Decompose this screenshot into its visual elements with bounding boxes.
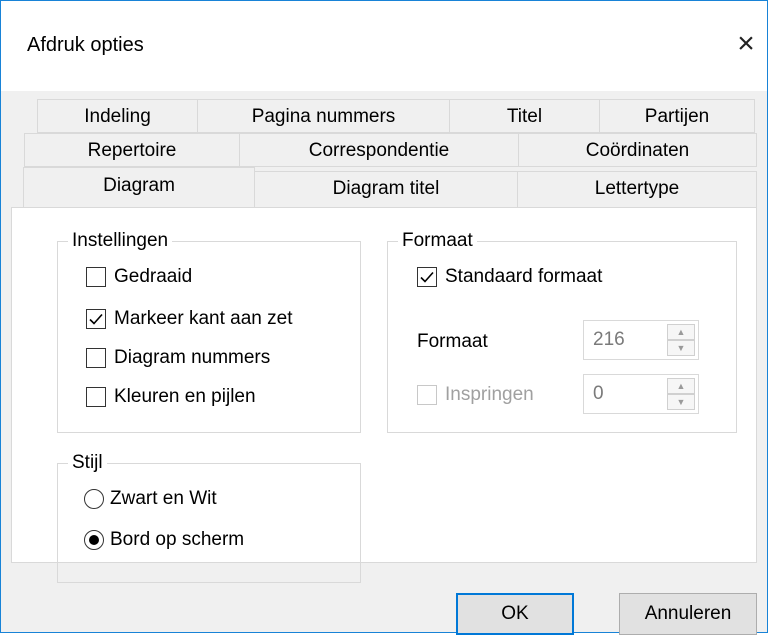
inspringen-spinner[interactable]: 0 ▲ ▼ bbox=[583, 374, 699, 414]
tab-diagram-titel[interactable]: Diagram titel bbox=[254, 171, 518, 208]
tab-titel[interactable]: Titel bbox=[449, 99, 600, 133]
dialog-title: Afdruk opties bbox=[27, 34, 144, 56]
checkbox-label: Markeer kant aan zet bbox=[114, 308, 293, 329]
checkbox-box bbox=[417, 385, 437, 405]
tab-correspondentie[interactable]: Correspondentie bbox=[239, 133, 519, 167]
gedraaid-checkbox[interactable]: Gedraaid bbox=[86, 262, 192, 292]
instellingen-group: Instellingen Gedraaid Markeer kant aan z… bbox=[57, 229, 361, 433]
checkmark-icon bbox=[89, 313, 103, 325]
radio-circle bbox=[84, 530, 104, 550]
formaat-legend: Formaat bbox=[398, 229, 477, 253]
zwart-wit-radio[interactable]: Zwart en Wit bbox=[84, 484, 217, 514]
checkbox-label: Kleuren en pijlen bbox=[114, 386, 256, 407]
spin-down-icon[interactable]: ▼ bbox=[667, 340, 695, 356]
stijl-legend: Stijl bbox=[68, 451, 107, 475]
tab-indeling[interactable]: Indeling bbox=[37, 99, 198, 133]
diagram-nummers-checkbox[interactable]: Diagram nummers bbox=[86, 343, 270, 373]
markeer-kant-checkbox[interactable]: Markeer kant aan zet bbox=[86, 304, 292, 334]
tab-row-3: Diagram Diagram titel Lettertype bbox=[11, 167, 757, 208]
radio-dot bbox=[89, 535, 99, 545]
standaard-formaat-checkbox[interactable]: Standaard formaat bbox=[417, 262, 602, 292]
checkbox-box bbox=[417, 267, 437, 287]
tab-panel-diagram: Instellingen Gedraaid Markeer kant aan z… bbox=[11, 207, 757, 583]
checkbox-label: Diagram nummers bbox=[114, 347, 271, 368]
checkbox-label: Inspringen bbox=[445, 384, 534, 405]
formaat-label: Formaat bbox=[417, 331, 488, 352]
checkmark-icon bbox=[420, 271, 434, 283]
title-bar: Afdruk opties × bbox=[1, 1, 767, 91]
bord-op-scherm-radio[interactable]: Bord op scherm bbox=[84, 525, 244, 555]
close-icon[interactable]: × bbox=[729, 27, 763, 61]
tab-pagina-nummers[interactable]: Pagina nummers bbox=[197, 99, 450, 133]
inspringen-checkbox[interactable]: Inspringen bbox=[417, 380, 534, 410]
stijl-group: Stijl Zwart en Wit Bord op scherm bbox=[57, 451, 361, 583]
print-options-dialog: Afdruk opties × Indeling Pagina nummers … bbox=[0, 0, 768, 635]
kleuren-pijlen-checkbox[interactable]: Kleuren en pijlen bbox=[86, 382, 256, 412]
formaat-value: 216 bbox=[593, 329, 625, 350]
formaat-group: Formaat Standaard formaat Formaat 216 ▲ … bbox=[387, 229, 737, 433]
instellingen-legend: Instellingen bbox=[68, 229, 173, 253]
checkbox-box bbox=[86, 387, 106, 407]
checkbox-box bbox=[86, 348, 106, 368]
inspringen-value: 0 bbox=[593, 383, 604, 404]
checkbox-box bbox=[86, 309, 106, 329]
tab-lettertype[interactable]: Lettertype bbox=[517, 171, 757, 208]
radio-label: Zwart en Wit bbox=[110, 488, 217, 509]
spin-up-icon[interactable]: ▲ bbox=[667, 324, 695, 340]
spin-down-icon[interactable]: ▼ bbox=[667, 394, 695, 410]
tab-partijen[interactable]: Partijen bbox=[599, 99, 755, 133]
cancel-button[interactable]: Annuleren bbox=[619, 593, 757, 635]
tab-coordinaten[interactable]: Coördinaten bbox=[518, 133, 757, 167]
radio-circle bbox=[84, 489, 104, 509]
tab-row-2: Repertoire Correspondentie Coördinaten bbox=[24, 133, 757, 167]
radio-label: Bord op scherm bbox=[110, 529, 245, 550]
checkbox-label: Gedraaid bbox=[114, 266, 193, 287]
spin-up-icon[interactable]: ▲ bbox=[667, 378, 695, 394]
tab-repertoire[interactable]: Repertoire bbox=[24, 133, 240, 167]
tab-diagram[interactable]: Diagram bbox=[23, 167, 255, 208]
formaat-spinner[interactable]: 216 ▲ ▼ bbox=[583, 320, 699, 360]
tab-row-1: Indeling Pagina nummers Titel Partijen bbox=[37, 99, 755, 133]
checkbox-label: Standaard formaat bbox=[445, 266, 603, 287]
checkbox-box bbox=[86, 267, 106, 287]
ok-button[interactable]: OK bbox=[456, 593, 574, 635]
